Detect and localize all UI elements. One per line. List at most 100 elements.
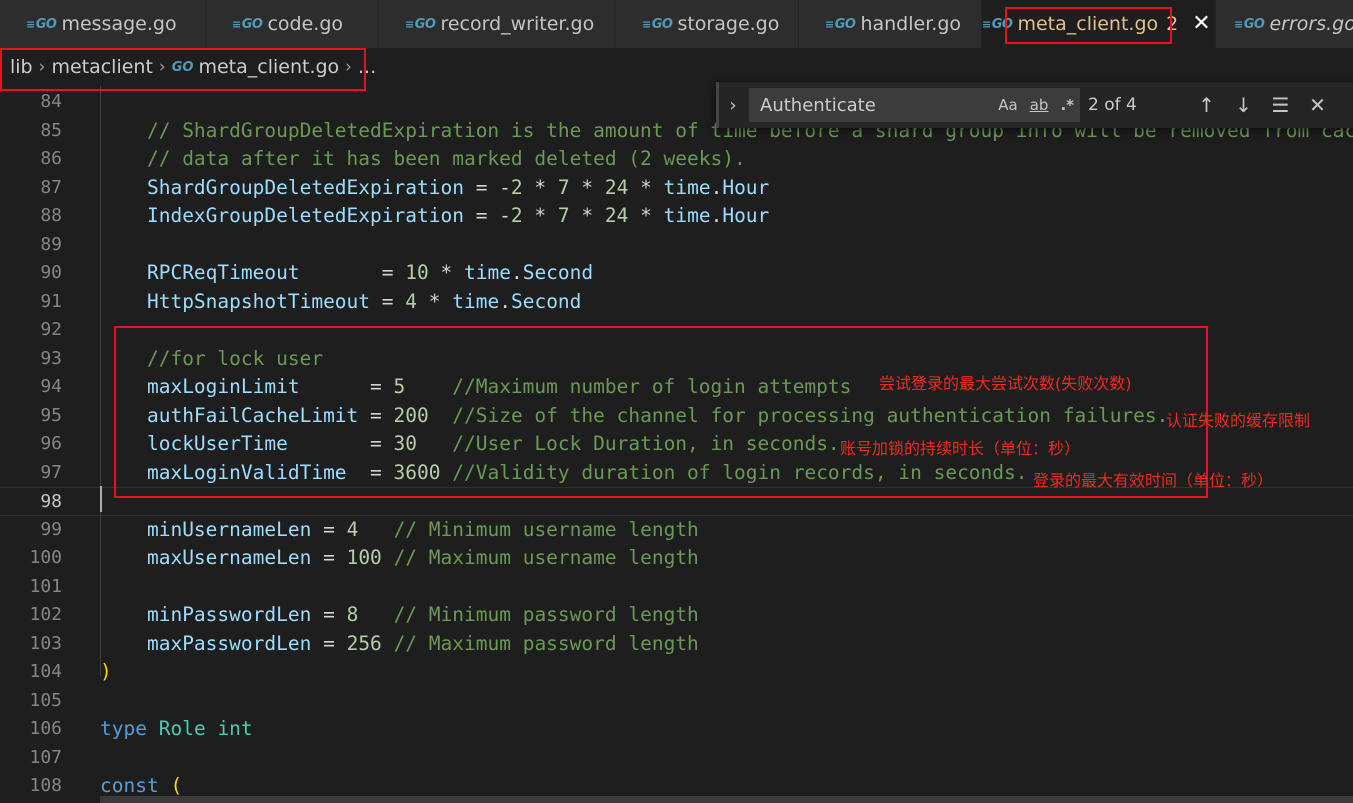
find-input[interactable] [758, 93, 993, 117]
code-token: time [463, 261, 511, 284]
code-token: Second [510, 289, 582, 313]
code-token: maxPasswordLen [146, 631, 312, 655]
line-number[interactable]: 89 [0, 231, 62, 260]
code-text: type Role int [100, 715, 253, 744]
tab-label: handler.go [860, 13, 962, 35]
line-number[interactable]: 86 [0, 145, 62, 174]
tab-errors-go[interactable]: GO errors.go [1216, 0, 1353, 48]
code-token: 24 [604, 175, 629, 199]
code-line[interactable]: 100 maxUsernameLen = 100 // Maximum user… [0, 544, 1353, 573]
code-token: IndexGroupDeletedExpiration [146, 204, 464, 227]
code-token: * [522, 175, 558, 199]
tab-label: message.go [61, 13, 177, 35]
highlight-box-breadcrumb [0, 48, 366, 91]
code-line[interactable]: 101 [0, 573, 1353, 602]
line-number[interactable]: 92 [0, 316, 62, 345]
line-number[interactable]: 99 [0, 516, 62, 545]
code-token: 4 [346, 517, 359, 541]
regex-icon[interactable]: .* [1060, 96, 1074, 114]
line-number[interactable]: 107 [0, 744, 62, 773]
code-token: minPasswordLen [146, 603, 312, 626]
line-number[interactable]: 101 [0, 573, 62, 602]
tab-code-go[interactable]: GO code.go [206, 0, 379, 48]
go-file-icon: GO [1234, 17, 1265, 32]
code-line[interactable]: 89 [0, 231, 1353, 260]
line-number[interactable]: 95 [0, 402, 62, 431]
tab-label: storage.go [677, 13, 780, 35]
code-token: // Minimum password length [393, 603, 699, 626]
code-token: . [499, 289, 511, 313]
code-token: minUsernameLen [146, 517, 312, 541]
line-number[interactable]: 103 [0, 630, 62, 659]
tab-label: errors.go [1269, 13, 1353, 35]
find-widget: › Aa ab .* 2 of 4 ↑ ↓ ☰ ✕ [716, 82, 1353, 128]
tab-label: code.go [267, 13, 343, 35]
code-token: * [428, 261, 464, 284]
code-token: time [663, 175, 711, 199]
line-number[interactable]: 91 [0, 288, 62, 317]
code-line[interactable]: 90 RPCReqTimeout = 10 * time.Second [0, 259, 1353, 288]
line-number[interactable]: 88 [0, 202, 62, 231]
code-line[interactable]: 91 HttpSnapshotTimeout = 4 * time.Second [0, 288, 1353, 317]
tab-storage-go[interactable]: GO storage.go [616, 0, 799, 48]
code-text: minUsernameLen = 4 // Minimum username l… [100, 516, 699, 545]
match-case-icon[interactable]: Aa [998, 96, 1017, 114]
line-number[interactable]: 102 [0, 601, 62, 630]
code-line[interactable]: 104) [0, 658, 1353, 687]
toggle-replace-chevron-icon[interactable]: › [719, 95, 747, 116]
find-in-selection-icon[interactable]: ☰ [1262, 93, 1299, 117]
line-number[interactable]: 100 [0, 544, 62, 573]
highlight-box-active-tab [1005, 7, 1172, 44]
code-line[interactable]: 102 minPasswordLen = 8 // Minimum passwo… [0, 601, 1353, 630]
code-token: 100 [346, 546, 382, 569]
line-number[interactable]: 85 [0, 117, 62, 146]
line-number[interactable]: 93 [0, 345, 62, 374]
code-line[interactable]: 106 type Role int [0, 715, 1353, 744]
tab-message-go[interactable]: GO message.go [0, 0, 206, 48]
find-match-count: 2 of 4 [1088, 95, 1137, 115]
line-number[interactable]: 96 [0, 430, 62, 459]
line-number[interactable]: 87 [0, 174, 62, 203]
match-whole-word-icon[interactable]: ab [1030, 96, 1049, 114]
line-number[interactable]: 84 [0, 88, 62, 117]
code-token: = [311, 603, 347, 626]
tab-handler-go[interactable]: GO handler.go [799, 0, 982, 48]
code-line[interactable]: 103 maxPasswordLen = 256 // Maximum pass… [0, 630, 1353, 659]
code-text: ) [100, 658, 112, 687]
line-number[interactable]: 105 [0, 687, 62, 716]
code-token: = - [463, 175, 511, 199]
code-line[interactable]: 86 // data after it has been marked dele… [0, 145, 1353, 174]
line-number[interactable]: 108 [0, 772, 62, 801]
code-line[interactable]: 99 minUsernameLen = 4 // Minimum usernam… [0, 516, 1353, 545]
code-line[interactable]: 87 ShardGroupDeletedExpiration = -2 * 7 … [0, 174, 1353, 203]
code-text: maxUsernameLen = 100 // Maximum username… [100, 544, 699, 573]
code-line[interactable]: 107 [0, 744, 1353, 773]
line-number[interactable]: 98 [0, 488, 62, 517]
code-token: 4 [405, 289, 418, 313]
code-token: . [710, 204, 723, 227]
line-number[interactable]: 104 [0, 658, 62, 687]
close-find-icon[interactable]: ✕ [1299, 93, 1336, 117]
line-number[interactable]: 97 [0, 459, 62, 488]
code-line[interactable]: 88 IndexGroupDeletedExpiration = -2 * 7 … [0, 202, 1353, 231]
code-line[interactable]: 105 [0, 687, 1353, 716]
next-match-arrow-down-icon[interactable]: ↓ [1225, 93, 1262, 117]
previous-match-arrow-up-icon[interactable]: ↑ [1188, 93, 1225, 117]
code-text: RPCReqTimeout = 10 * time.Second [100, 259, 593, 288]
line-number[interactable]: 94 [0, 373, 62, 402]
close-tab-icon[interactable]: ✕ [1192, 13, 1210, 35]
code-token: * [569, 204, 605, 227]
tab-record-writer-go[interactable]: GO record_writer.go [379, 0, 616, 48]
line-number[interactable]: 90 [0, 259, 62, 288]
horizontal-scrollbar[interactable] [100, 796, 1353, 803]
code-token: 8 [346, 603, 359, 626]
line-number[interactable]: 106 [0, 715, 62, 744]
code-token: Role [158, 717, 206, 740]
